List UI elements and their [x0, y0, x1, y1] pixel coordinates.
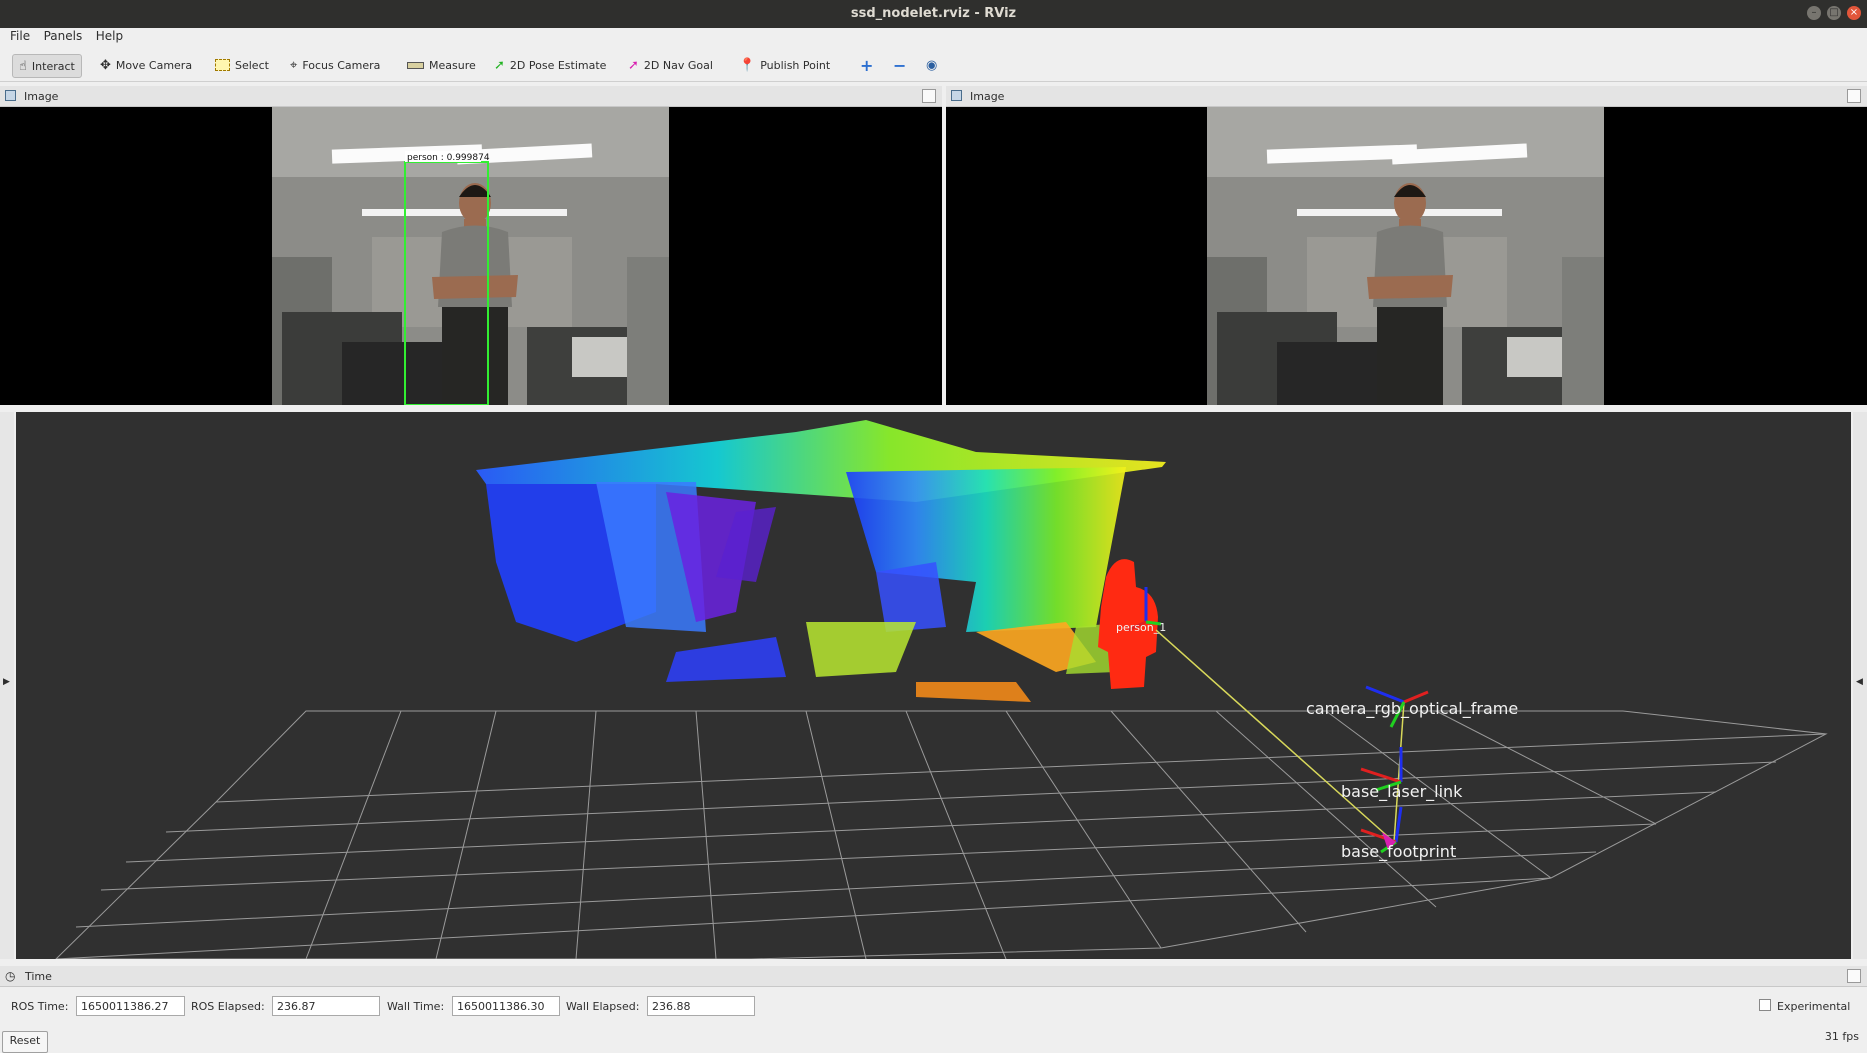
ros-time-label: ROS Time: [11, 1000, 69, 1013]
tools-toolbar: ☝ Interact ✥ Move Camera Select ⌖ Focus … [0, 49, 1867, 82]
select-label: Select [235, 58, 269, 72]
experimental-label: Experimental [1777, 1000, 1851, 1013]
image-panel-1-view[interactable]: person : 0.999874 [0, 107, 942, 405]
ground-grid [55, 710, 1828, 959]
measure-tool-button[interactable]: Measure [407, 54, 476, 76]
minimize-button[interactable]: – [1807, 6, 1821, 20]
expand-left-icon: ▶ [3, 677, 10, 687]
publish-point-tool-button[interactable]: 📍 Publish Point [739, 54, 830, 76]
3d-viewport[interactable]: person_1 camera_rgb_optical_frame base_l… [16, 412, 1851, 959]
image-panel-2-view[interactable] [946, 107, 1867, 405]
close-button[interactable]: × [1847, 6, 1861, 20]
image-panel-1-header: Image [0, 86, 942, 107]
ros-elapsed-field[interactable]: 236.87 [272, 996, 380, 1016]
interact-tool-button[interactable]: ☝ Interact [12, 54, 82, 78]
pose-estimate-tool-button[interactable]: ➚ 2D Pose Estimate [494, 54, 606, 76]
pose-estimate-label: 2D Pose Estimate [509, 58, 607, 72]
expand-right-icon: ◀ [1856, 677, 1863, 687]
ros-time-field[interactable]: 1650011386.27 [76, 996, 185, 1016]
wall-elapsed-field[interactable]: 236.88 [647, 996, 755, 1016]
image-panel-2-float-button[interactable] [1847, 89, 1861, 103]
remove-tool-button[interactable]: − [893, 54, 906, 76]
image-panel-1-float-button[interactable] [922, 89, 936, 103]
nav-goal-tool-button[interactable]: ➚ 2D Nav Goal [628, 54, 713, 76]
focus-camera-label: Focus Camera [302, 58, 381, 72]
menu-help[interactable]: Help [96, 29, 123, 43]
image-panel-icon [5, 90, 16, 101]
camera-frame-label: camera_rgb_optical_frame [1306, 699, 1518, 719]
add-tool-button[interactable]: + [860, 54, 873, 76]
image-panel-2-title: Image [970, 90, 1005, 103]
floor-cloud-yellow [806, 622, 916, 677]
detection-label: person : 0.999874 [407, 153, 490, 163]
ros-elapsed-label: ROS Elapsed: [191, 1000, 265, 1013]
left-dock-toggle[interactable]: ▶ [0, 412, 14, 959]
clock-icon: ◷ [5, 969, 16, 983]
plus-icon: + [860, 55, 874, 75]
image-panel-2-header: Image [946, 86, 1867, 107]
menu-panels[interactable]: Panels [44, 29, 83, 43]
window-title: ssd_nodelet.rviz - RViz [850, 6, 1017, 21]
ruler-icon [407, 61, 424, 69]
right-dock-toggle[interactable]: ◀ [1853, 412, 1867, 959]
tool-properties-button[interactable]: ◉ [926, 54, 937, 76]
magenta-arrow-icon: ➚ [628, 57, 639, 73]
select-tool-button[interactable]: Select [215, 54, 269, 76]
window-titlebar: ssd_nodelet.rviz - RViz – □ × [0, 0, 1867, 28]
green-arrow-icon: ➚ [494, 57, 505, 73]
wall-elapsed-label: Wall Elapsed: [566, 1000, 640, 1013]
select-box-icon [215, 59, 230, 71]
menu-file[interactable]: File [10, 29, 30, 43]
hand-icon: ☝ [19, 58, 27, 74]
fps-counter: 31 fps [1824, 1030, 1859, 1043]
focus-camera-tool-button[interactable]: ⌖ Focus Camera [290, 54, 380, 76]
image-panel-icon [951, 90, 962, 101]
move-camera-tool-button[interactable]: ✥ Move Camera [100, 54, 192, 76]
floor-cloud-blue [666, 637, 786, 682]
move-camera-label: Move Camera [115, 58, 193, 72]
floor-cloud-orange [916, 682, 1031, 702]
minus-icon: − [893, 55, 907, 75]
wall-time-label: Wall Time: [387, 1000, 445, 1013]
time-panel-header: ◷ Time [0, 966, 1867, 987]
time-panel-float-button[interactable] [1847, 969, 1861, 983]
nav-goal-label: 2D Nav Goal [643, 58, 713, 72]
measure-label: Measure [429, 58, 476, 72]
time-panel-title: Time [25, 970, 52, 983]
furniture-point-cloud [876, 562, 946, 632]
wall-time-field[interactable]: 1650011386.30 [452, 996, 560, 1016]
laser-link-frame-label: base_laser_link [1341, 782, 1463, 802]
image-panel-1-title: Image [24, 90, 59, 103]
menu-bar: File Panels Help [0, 28, 1867, 46]
publish-point-label: Publish Point [760, 58, 831, 72]
footprint-frame-label: base_footprint [1341, 842, 1456, 862]
maximize-button[interactable]: □ [1827, 6, 1841, 20]
map-pin-icon: 📍 [739, 57, 756, 73]
experimental-checkbox[interactable] [1759, 999, 1771, 1011]
reset-button[interactable]: Reset [2, 1031, 48, 1053]
eye-icon: ◉ [926, 57, 938, 73]
time-panel-fields: ROS Time: 1650011386.27 ROS Elapsed: 236… [0, 994, 1867, 1020]
camera-image-1: person : 0.999874 [272, 107, 669, 405]
move-icon: ✥ [100, 57, 111, 73]
camera-image-2 [1207, 107, 1604, 405]
interact-label: Interact [31, 59, 75, 73]
crosshair-icon: ⌖ [290, 57, 298, 73]
